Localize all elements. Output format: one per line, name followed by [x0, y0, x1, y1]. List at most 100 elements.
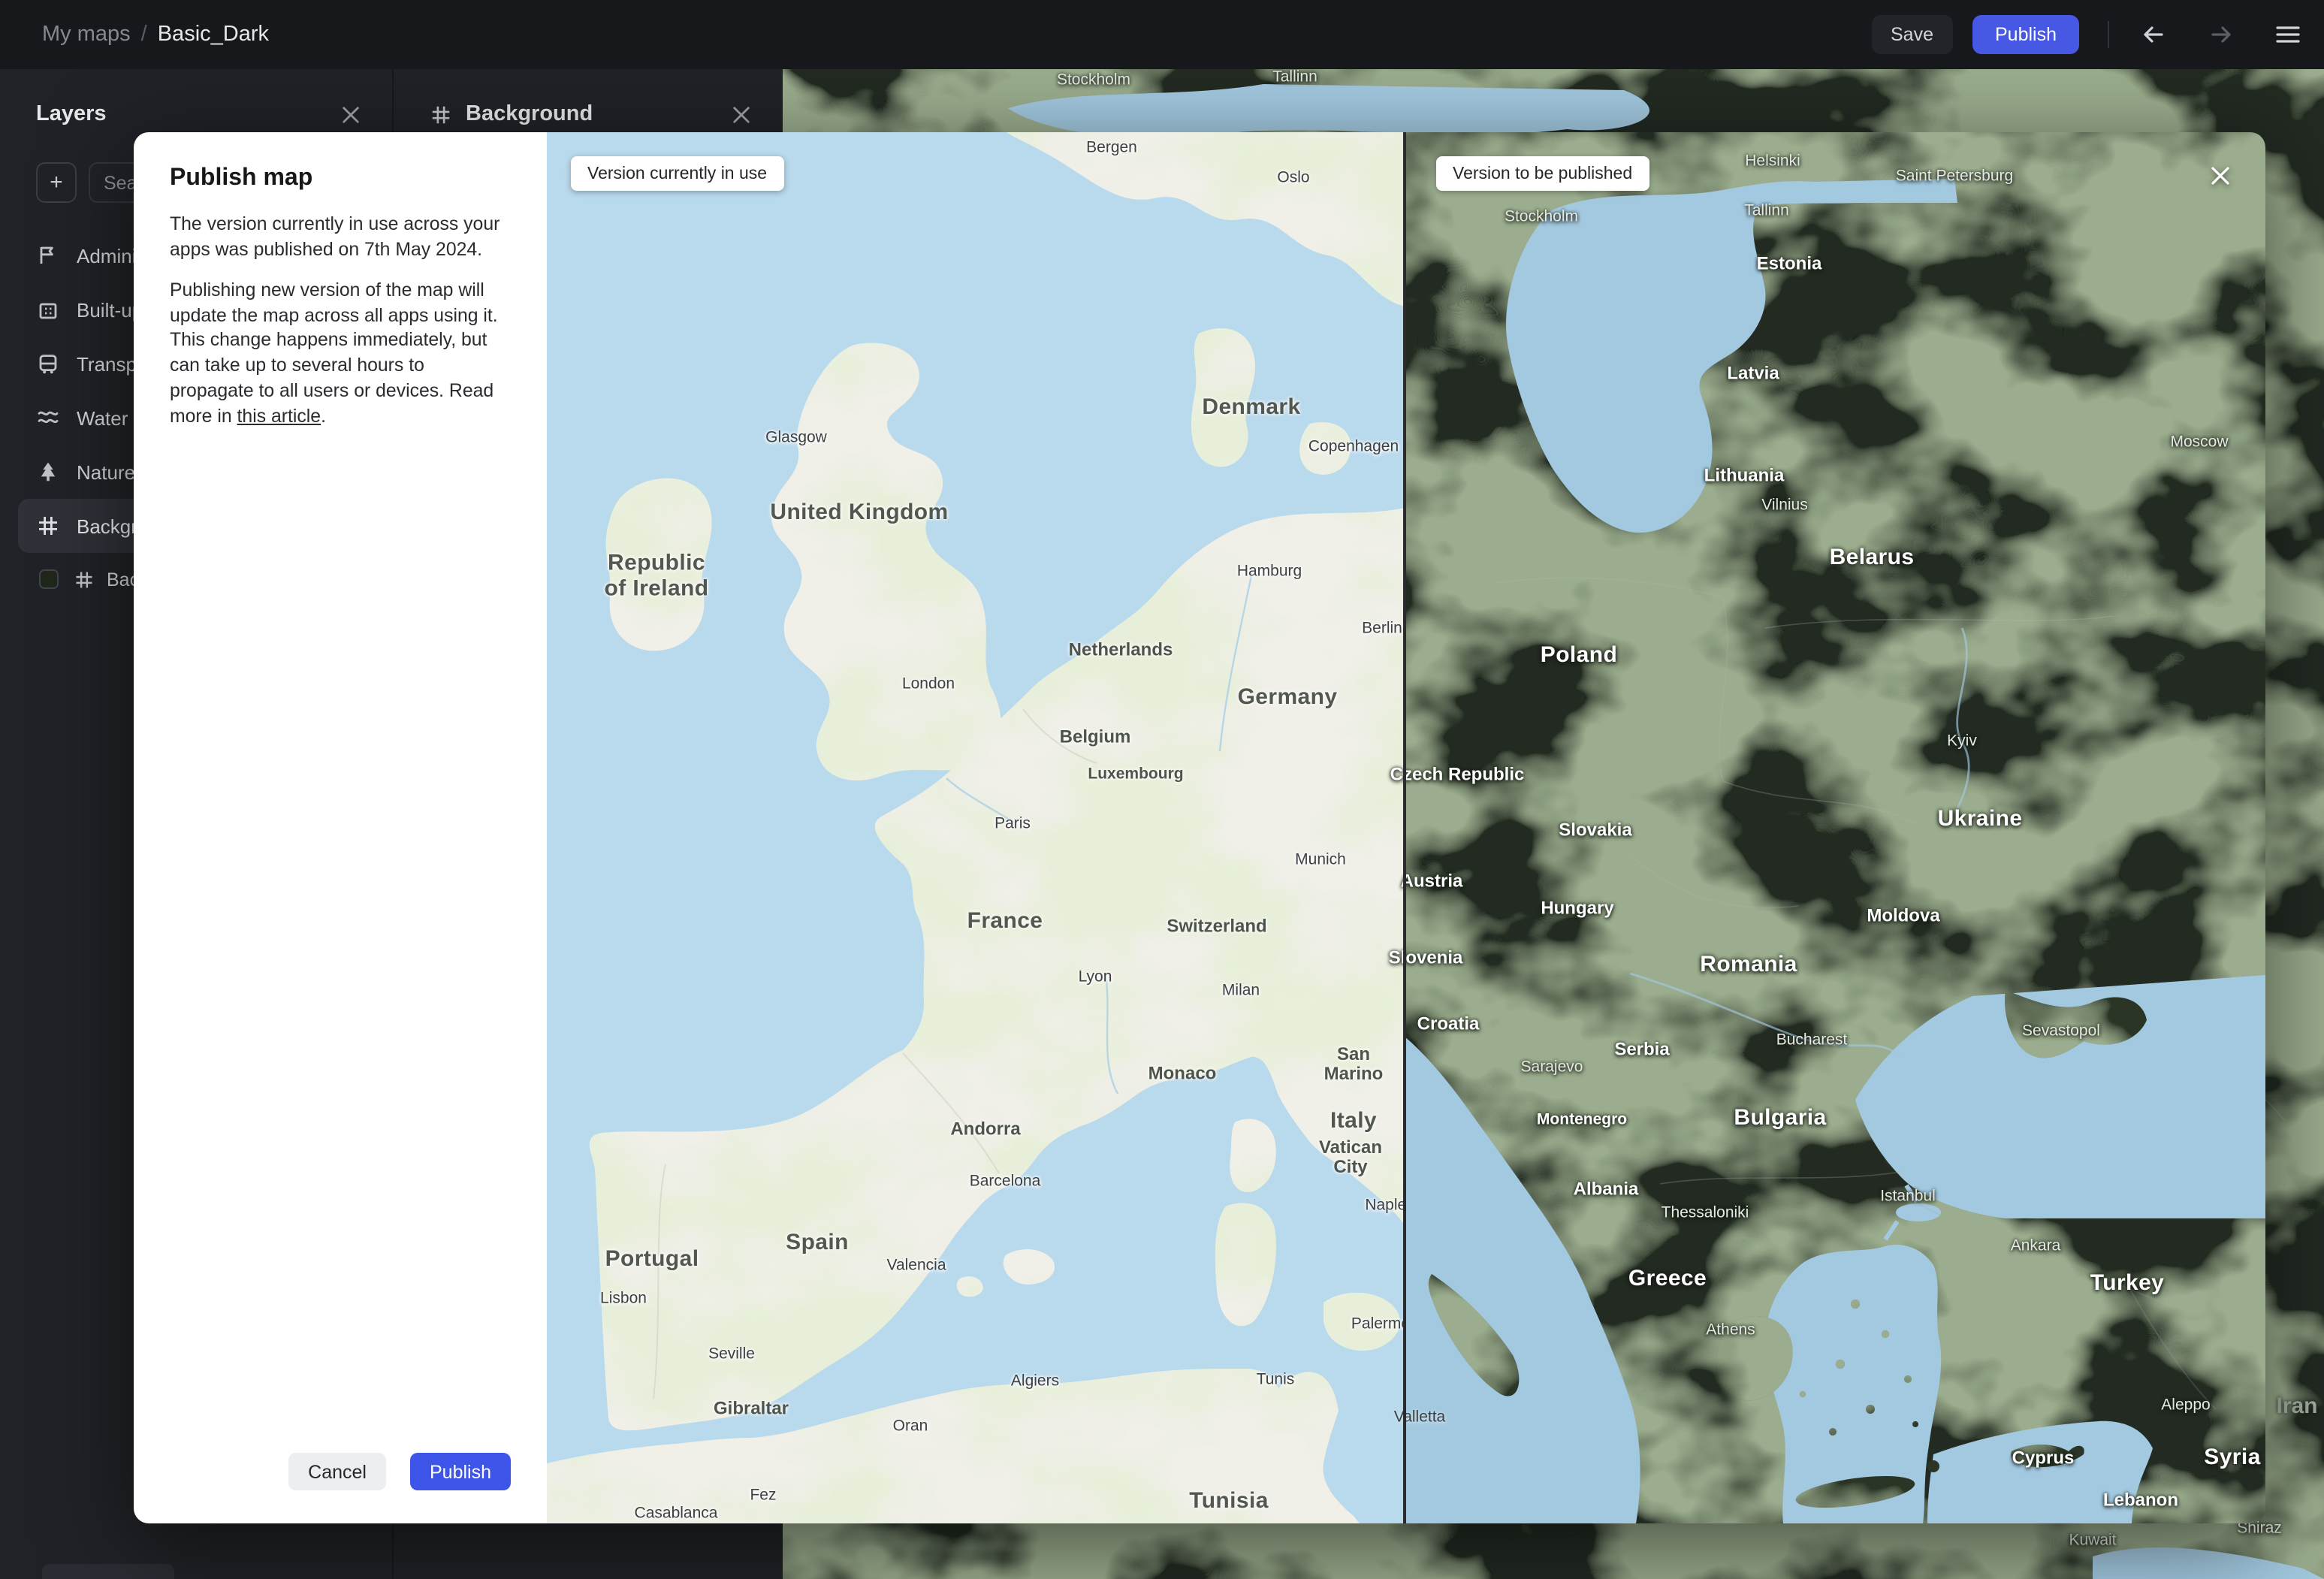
building-icon [36, 297, 60, 322]
map-label-bucharest: Bucharest [1776, 1031, 1848, 1049]
map-label-denmark: Denmark [1202, 394, 1301, 421]
map-label-lisbon: Lisbon [600, 1289, 647, 1308]
map-label-algiers: Algiers [1010, 1372, 1060, 1390]
map-label-sevastopol: Sevastopol [2022, 1022, 2100, 1040]
map-label-turkey: Turkey [2090, 1270, 2165, 1297]
cancel-button[interactable]: Cancel [288, 1453, 386, 1490]
map-label-vilnius: Vilnius [1761, 496, 1808, 515]
map-label-oslo: Oslo [1277, 168, 1310, 187]
map-label-portugal: Portugal [605, 1246, 699, 1273]
map-label-greece: Greece [1628, 1266, 1707, 1292]
map-label-casablanca: Casablanca [634, 1504, 718, 1523]
breadcrumb: My maps / Basic_Dark [42, 23, 269, 47]
map-label-paris: Paris [994, 814, 1031, 833]
this-article-link[interactable]: this article [237, 406, 321, 427]
layers-panel-title: Layers [36, 102, 107, 126]
map-label-munich: Munich [1295, 850, 1346, 869]
map-label-iran: Iran [2276, 1393, 2318, 1420]
version-current-badge: Version currently in use [571, 156, 784, 191]
layer-item-label: Nature [77, 460, 136, 483]
map-label-thessaloniki: Thessaloniki [1661, 1203, 1749, 1222]
map-label-lebanon: Lebanon [2103, 1489, 2178, 1511]
dialog-buttons: Cancel Publish [288, 1453, 511, 1490]
map-label-united-kingdom: United Kingdom [770, 500, 949, 526]
map-label-lithuania: Lithuania [1704, 464, 1785, 486]
map-label-croatia: Croatia [1417, 1013, 1480, 1034]
map-label-switzerland: Switzerland [1167, 915, 1267, 937]
map-label-palermo: Palermo [1351, 1315, 1405, 1333]
map-label-luxembourg: Luxembourg [1088, 765, 1184, 783]
layers-panel-close-icon[interactable] [338, 102, 362, 126]
compare-divider-handle[interactable] [1403, 132, 1406, 1523]
map-label-netherlands: Netherlands [1068, 639, 1173, 660]
flag-icon [36, 243, 60, 267]
save-button[interactable]: Save [1871, 15, 1953, 54]
map-label-andorra: Andorra [950, 1118, 1021, 1140]
map-label-tunisia: Tunisia [1189, 1488, 1269, 1514]
map-label-stockholm: Stockholm [1056, 71, 1131, 89]
map-label-slovakia: Slovakia [1559, 819, 1632, 841]
map-version-current[interactable]: Bergen Oslo Glasgow Copenhagen Hamburg Berlin… [547, 132, 1405, 1523]
topbar: My maps / Basic_Dark Save Publish [0, 0, 2324, 69]
redo-arrow-icon[interactable] [2207, 20, 2237, 50]
map-label-athens: Athens [1706, 1321, 1755, 1339]
map-label-san-marino: San Marino [1323, 1043, 1384, 1085]
map-label-tallinn: Tallinn [1744, 201, 1789, 220]
map-label-cyprus: Cyprus [2012, 1447, 2075, 1469]
map-label-spain: Spain [786, 1230, 849, 1256]
map-label-barcelona: Barcelona [969, 1172, 1041, 1191]
topbar-divider [2108, 21, 2109, 48]
hamburger-menu-icon[interactable] [2273, 20, 2303, 50]
map-label-austria: Austria [1400, 870, 1463, 892]
dialog-title: Publish map [170, 165, 313, 191]
map-label-republic-of-ireland: Republic of Ireland [604, 550, 709, 601]
map-label-italy: Italy [1330, 1108, 1378, 1134]
grid-icon [74, 569, 95, 590]
breadcrumb-current: Basic_Dark [157, 23, 269, 47]
map-label-estonia: Estonia [1756, 252, 1822, 274]
add-layer-button[interactable]: + [36, 162, 77, 203]
map-label-tallinn: Tallinn [1272, 69, 1317, 86]
dialog-publish-button[interactable]: Publish [410, 1453, 511, 1490]
map-label-poland: Poland [1540, 642, 1618, 669]
publish-modal: Publish map The version currently in use… [134, 132, 547, 1523]
breadcrumb-my-maps[interactable]: My maps [42, 23, 131, 47]
publish-compare-dialog: Publish map The version currently in use… [134, 132, 2265, 1523]
map-label-kuwait: Kuwait [2069, 1531, 2117, 1550]
grid-icon [36, 514, 60, 538]
map-label-bulgaria: Bulgaria [1734, 1105, 1827, 1131]
map-label-istanbul: Istanbul [1880, 1187, 1936, 1206]
undo-arrow-icon[interactable] [2138, 20, 2168, 50]
panel-bottom-control[interactable] [42, 1564, 174, 1579]
map-label-stockholm: Stockholm [1504, 207, 1579, 226]
map-label-tunis: Tunis [1256, 1370, 1295, 1389]
map-label-milan: Milan [1221, 981, 1260, 1000]
map-label-belarus: Belarus [1829, 545, 1915, 571]
map-label-monaco: Monaco [1148, 1062, 1217, 1084]
map-label-moscow: Moscow [2170, 433, 2229, 451]
map-label-ankara: Ankara [2010, 1236, 2061, 1255]
map-version-published[interactable]: Helsinki Saint Petersburg Stockholm Tallinn… [1389, 132, 2265, 1523]
map-label-gibraltar: Gibraltar [713, 1397, 789, 1419]
map-label-vatican-city: Vatican City [1318, 1137, 1383, 1178]
map-label-germany: Germany [1237, 684, 1338, 711]
app-root: Stockholm Tallinn Kuwait Shiraz Iran Layers … [0, 0, 2324, 1579]
version-published-badge: Version to be published [1436, 156, 1649, 191]
layer-item-label: Built-up [77, 298, 143, 321]
map-label-glasgow: Glasgow [765, 428, 827, 447]
dialog-paragraph-2: Publishing new version of the map will u… [170, 277, 511, 429]
layer-color-swatch[interactable] [39, 569, 59, 589]
background-panel-close-icon[interactable] [729, 102, 753, 126]
tree-icon [36, 460, 60, 484]
publish-button[interactable]: Publish [1972, 15, 2079, 54]
map-label-romania: Romania [1700, 952, 1797, 978]
compare-close-icon[interactable] [2207, 162, 2234, 189]
map-label-aleppo: Aleppo [2161, 1396, 2211, 1414]
map-label-ukraine: Ukraine [1937, 806, 2023, 832]
map-label-bergen: Bergen [1086, 138, 1137, 157]
map-label-naples: Naples [1365, 1196, 1405, 1215]
light-map-labels: Bergen Oslo Glasgow Copenhagen Hamburg Berlin… [547, 132, 1405, 1523]
map-label-lyon: Lyon [1078, 968, 1112, 986]
layer-item-label: Water [77, 406, 128, 429]
map-label-belgium: Belgium [1059, 726, 1131, 747]
